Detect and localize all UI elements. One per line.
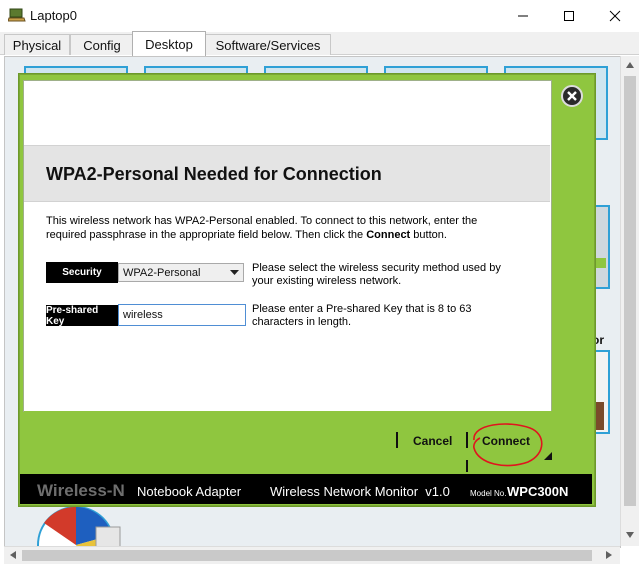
cancel-button[interactable]: Cancel [413,434,452,448]
security-label: Security [46,262,118,283]
tab-desktop[interactable]: Desktop [132,31,206,56]
dialog-content-panel [23,80,552,412]
model-number: WPC300N [507,484,569,499]
minimize-icon [518,15,528,17]
chevron-down-icon [230,270,239,275]
scroll-thumb[interactable] [624,76,636,506]
scroll-right-icon [606,551,612,559]
product-name: Notebook Adapter [137,484,242,499]
maximize-button[interactable] [546,0,592,32]
tab-config[interactable]: Config [70,34,134,55]
scroll-thumb[interactable] [22,550,592,561]
laptop-app-icon [8,8,26,22]
maximize-icon [564,11,574,21]
dialog-close-button[interactable] [561,85,583,107]
security-help-text: Please select the wireless security meth… [252,262,501,287]
pie-chart-icon [37,506,121,547]
tab-software-services[interactable]: Software/Services [205,34,331,55]
psk-input[interactable] [118,304,246,326]
security-select[interactable]: WPA2-Personal [118,263,244,282]
dialog-title: WPA2-Personal Needed for Connection [46,164,382,184]
scroll-down-icon [626,532,634,538]
brand-text: Wireless-N [37,481,125,500]
model-prefix: Model No. [470,489,507,498]
separator [396,432,398,448]
intro-text-part: button. [410,229,447,241]
psk-label: Pre-shared Key [46,305,118,327]
intro-connect-word: Connect [366,229,411,241]
monitor-version: Wireless Network Monitor v1.0 [270,484,450,499]
brand-logo: Wireless-N [37,481,125,501]
close-window-button[interactable] [592,0,638,32]
horizontal-scrollbar[interactable] [4,546,620,564]
intro-text: This wireless network has WPA2-Personal … [46,214,516,242]
psk-help-text: Please enter a Pre-shared Key that is 8 … [252,303,472,328]
security-select-value: WPA2-Personal [123,266,201,279]
minimize-button[interactable] [500,0,546,32]
close-icon [609,10,621,22]
desktop-app-icon[interactable] [24,505,126,547]
scroll-left-icon [10,551,16,559]
vertical-scrollbar[interactable] [620,56,639,546]
red-annotation-circle [473,423,543,467]
tab-physical[interactable]: Physical [4,34,70,55]
close-circle-icon [561,85,583,107]
window-title: Laptop0 [30,8,77,23]
scroll-up-icon [626,62,634,68]
